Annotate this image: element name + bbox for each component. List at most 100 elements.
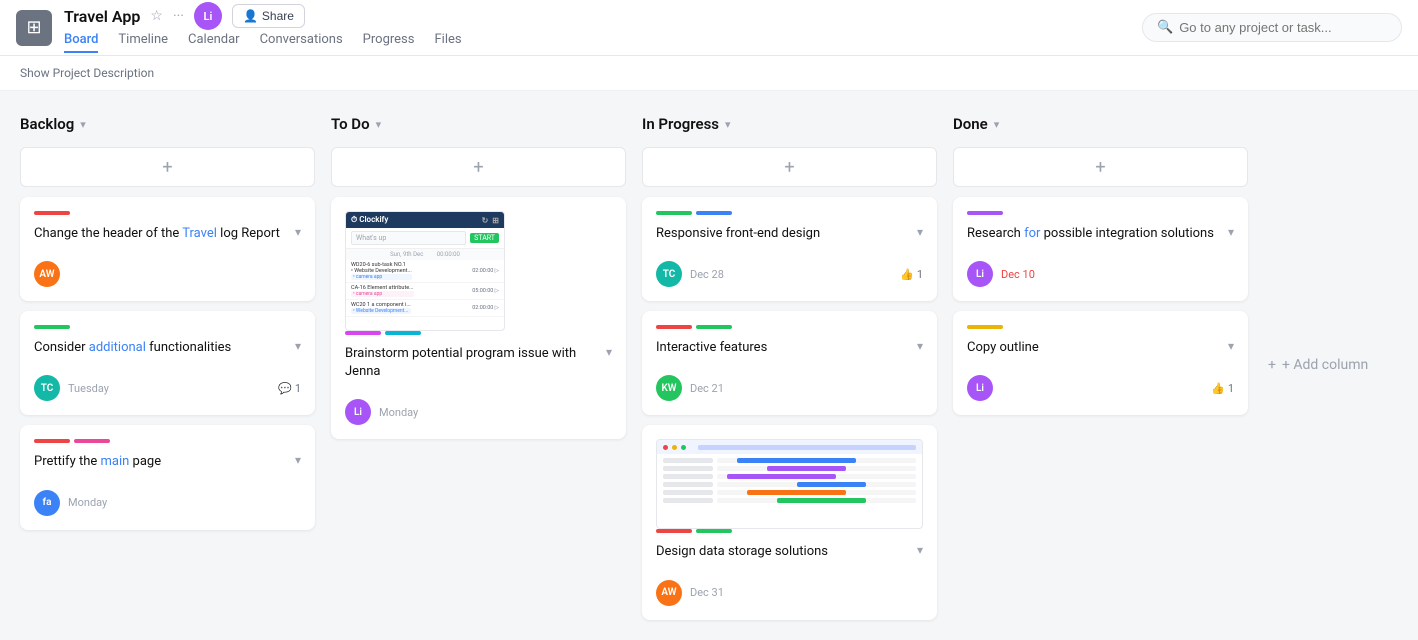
card-date-dec28: Dec 28 [690,268,724,281]
column-header-todo: To Do ▾ [331,111,626,137]
gantt-body [657,454,922,507]
chevron-down-icon-done[interactable]: ▾ [994,118,1000,131]
expand-icon-5[interactable]: ▾ [917,225,923,239]
clockify-time-3: 02:00:00 ▷ [472,305,499,311]
gantt-label-3 [663,474,713,479]
clockify-time-1: 02:00:00 ▷ [472,268,499,274]
expand-icon-3[interactable]: ▾ [295,453,301,467]
clockify-image: ⏱ Clockify ↻ ⊞ What's up START Sun, 9th … [345,211,505,331]
tab-calendar[interactable]: Calendar [188,32,240,53]
card-color-bars-9 [967,325,1234,329]
tab-board[interactable]: Board [64,32,98,53]
avatar-li-8: Li [967,261,993,287]
expand-icon-7[interactable]: ▾ [917,543,923,557]
add-column-button[interactable]: + + Add column [1264,111,1384,620]
card-footer-right-2: 💬 1 [278,382,301,395]
header: ⊞ Travel App ☆ ··· Li 👤 Share Board Time… [0,0,1418,56]
avatar-tc: TC [34,375,60,401]
card-footer: AW [34,261,301,287]
gantt-dot-green [681,445,686,450]
gantt-bar-3 [727,474,836,479]
tab-progress[interactable]: Progress [363,32,415,53]
tab-files[interactable]: Files [434,32,461,53]
card-link[interactable]: Travel [182,226,217,241]
clockify-tag-3: • Website Development... [351,308,411,314]
card-footer-left-8: Li Dec 10 [967,261,1035,287]
card-footer-7: AW Dec 31 [656,580,923,606]
card-footer-left: AW [34,261,60,287]
card-design-storage[interactable]: Design data storage solutions ▾ AW Dec 3… [642,425,937,619]
share-label: Share [262,9,294,23]
expand-icon-4[interactable]: ▾ [606,345,612,359]
add-card-todo[interactable]: + [331,147,626,187]
search-input[interactable] [1179,20,1379,35]
card-color-bars-4 [345,331,612,335]
card-responsive-design[interactable]: Responsive front-end design ▾ TC Dec 28 … [642,197,937,301]
card-footer-6: KW Dec 21 [656,375,923,401]
like-badge-9: 👍 1 [1211,382,1234,395]
expand-icon[interactable]: ▾ [295,225,301,239]
card-footer-2: TC Tuesday 💬 1 [34,375,301,401]
column-title-todo: To Do [331,115,370,133]
add-card-done[interactable]: + [953,147,1248,187]
add-card-inprogress[interactable]: + [642,147,937,187]
app-icon-symbol: ⊞ [26,17,41,38]
card-header-row-6: Interactive features ▾ [656,339,923,367]
clockify-start-btn[interactable]: START [470,233,499,243]
expand-icon-8[interactable]: ▾ [1228,225,1234,239]
card-footer-3: fa Monday [34,490,301,516]
search-bar[interactable]: 🔍 [1142,13,1402,42]
card-color-bars-7 [656,529,923,533]
card-brainstorm[interactable]: ⏱ Clockify ↻ ⊞ What's up START Sun, 9th … [331,197,626,439]
show-project-description[interactable]: Show Project Description [20,66,154,80]
card-title-copy-outline: Copy outline [967,339,1039,357]
gantt-dot-yellow [672,445,677,450]
expand-icon-9[interactable]: ▾ [1228,339,1234,353]
card-link-8[interactable]: for [1024,226,1040,241]
gantt-bar-container-4 [717,482,916,487]
expand-icon-2[interactable]: ▾ [295,339,301,353]
more-icon[interactable]: ··· [173,8,184,24]
clockify-date: Sun, 9th Dec 00:00:00 [346,248,504,260]
card-interactive-features[interactable]: Interactive features ▾ KW Dec 21 [642,311,937,415]
card-copy-outline[interactable]: Copy outline ▾ Li 👍 1 [953,311,1248,415]
avatar-initials-li: Li [354,407,362,418]
card-prettify[interactable]: Prettify the main page ▾ fa Monday [20,425,315,529]
tab-conversations[interactable]: Conversations [260,32,343,53]
chevron-down-icon-inprogress[interactable]: ▾ [725,118,731,131]
card-link-3[interactable]: main [100,454,129,469]
user-avatar-initials: Li [204,10,213,23]
gantt-label-4 [663,482,713,487]
gantt-bar-container-5 [717,490,916,495]
column-header-done: Done ▾ [953,111,1248,137]
share-button[interactable]: 👤 Share [232,4,305,28]
add-column-label[interactable]: + Add column [1282,357,1368,373]
add-card-backlog[interactable]: + [20,147,315,187]
clockify-input-row: What's up START [346,228,504,248]
card-link-2[interactable]: additional [89,340,146,355]
share-icon: 👤 [243,9,258,23]
gantt-dot-red [663,445,668,450]
avatar-initials-kw: KW [661,383,676,394]
bar-green-7 [696,529,732,533]
card-date-tuesday: Tuesday [68,382,109,395]
card-header-row-7: Design data storage solutions ▾ [656,543,923,571]
sub-header[interactable]: Show Project Description [0,56,1418,91]
chevron-down-icon-backlog[interactable]: ▾ [80,118,86,131]
nav-tabs: Board Timeline Calendar Conversations Pr… [64,32,462,53]
clockify-row-1: WD20-6 sub-task NO.1 • Website Developme… [346,260,504,283]
avatar-aw-7: AW [656,580,682,606]
card-additional-functionalities[interactable]: Consider additional functionalities ▾ TC… [20,311,315,415]
expand-icon-6[interactable]: ▾ [917,339,923,353]
gantt-bar-container-1 [717,458,916,463]
star-icon[interactable]: ☆ [150,8,163,24]
bar-red-6 [656,325,692,329]
clockify-time-2: 05:00:00 ▷ [472,288,499,294]
chevron-down-icon-todo[interactable]: ▾ [376,118,382,131]
card-research[interactable]: Research for possible integration soluti… [953,197,1248,301]
card-change-header[interactable]: Change the header of the Travel log Repo… [20,197,315,301]
avatar-li-9: Li [967,375,993,401]
add-column-plus-icon: + [1268,357,1276,373]
tab-timeline[interactable]: Timeline [118,32,168,53]
card-title-change-header: Change the header of the Travel log Repo… [34,225,280,243]
